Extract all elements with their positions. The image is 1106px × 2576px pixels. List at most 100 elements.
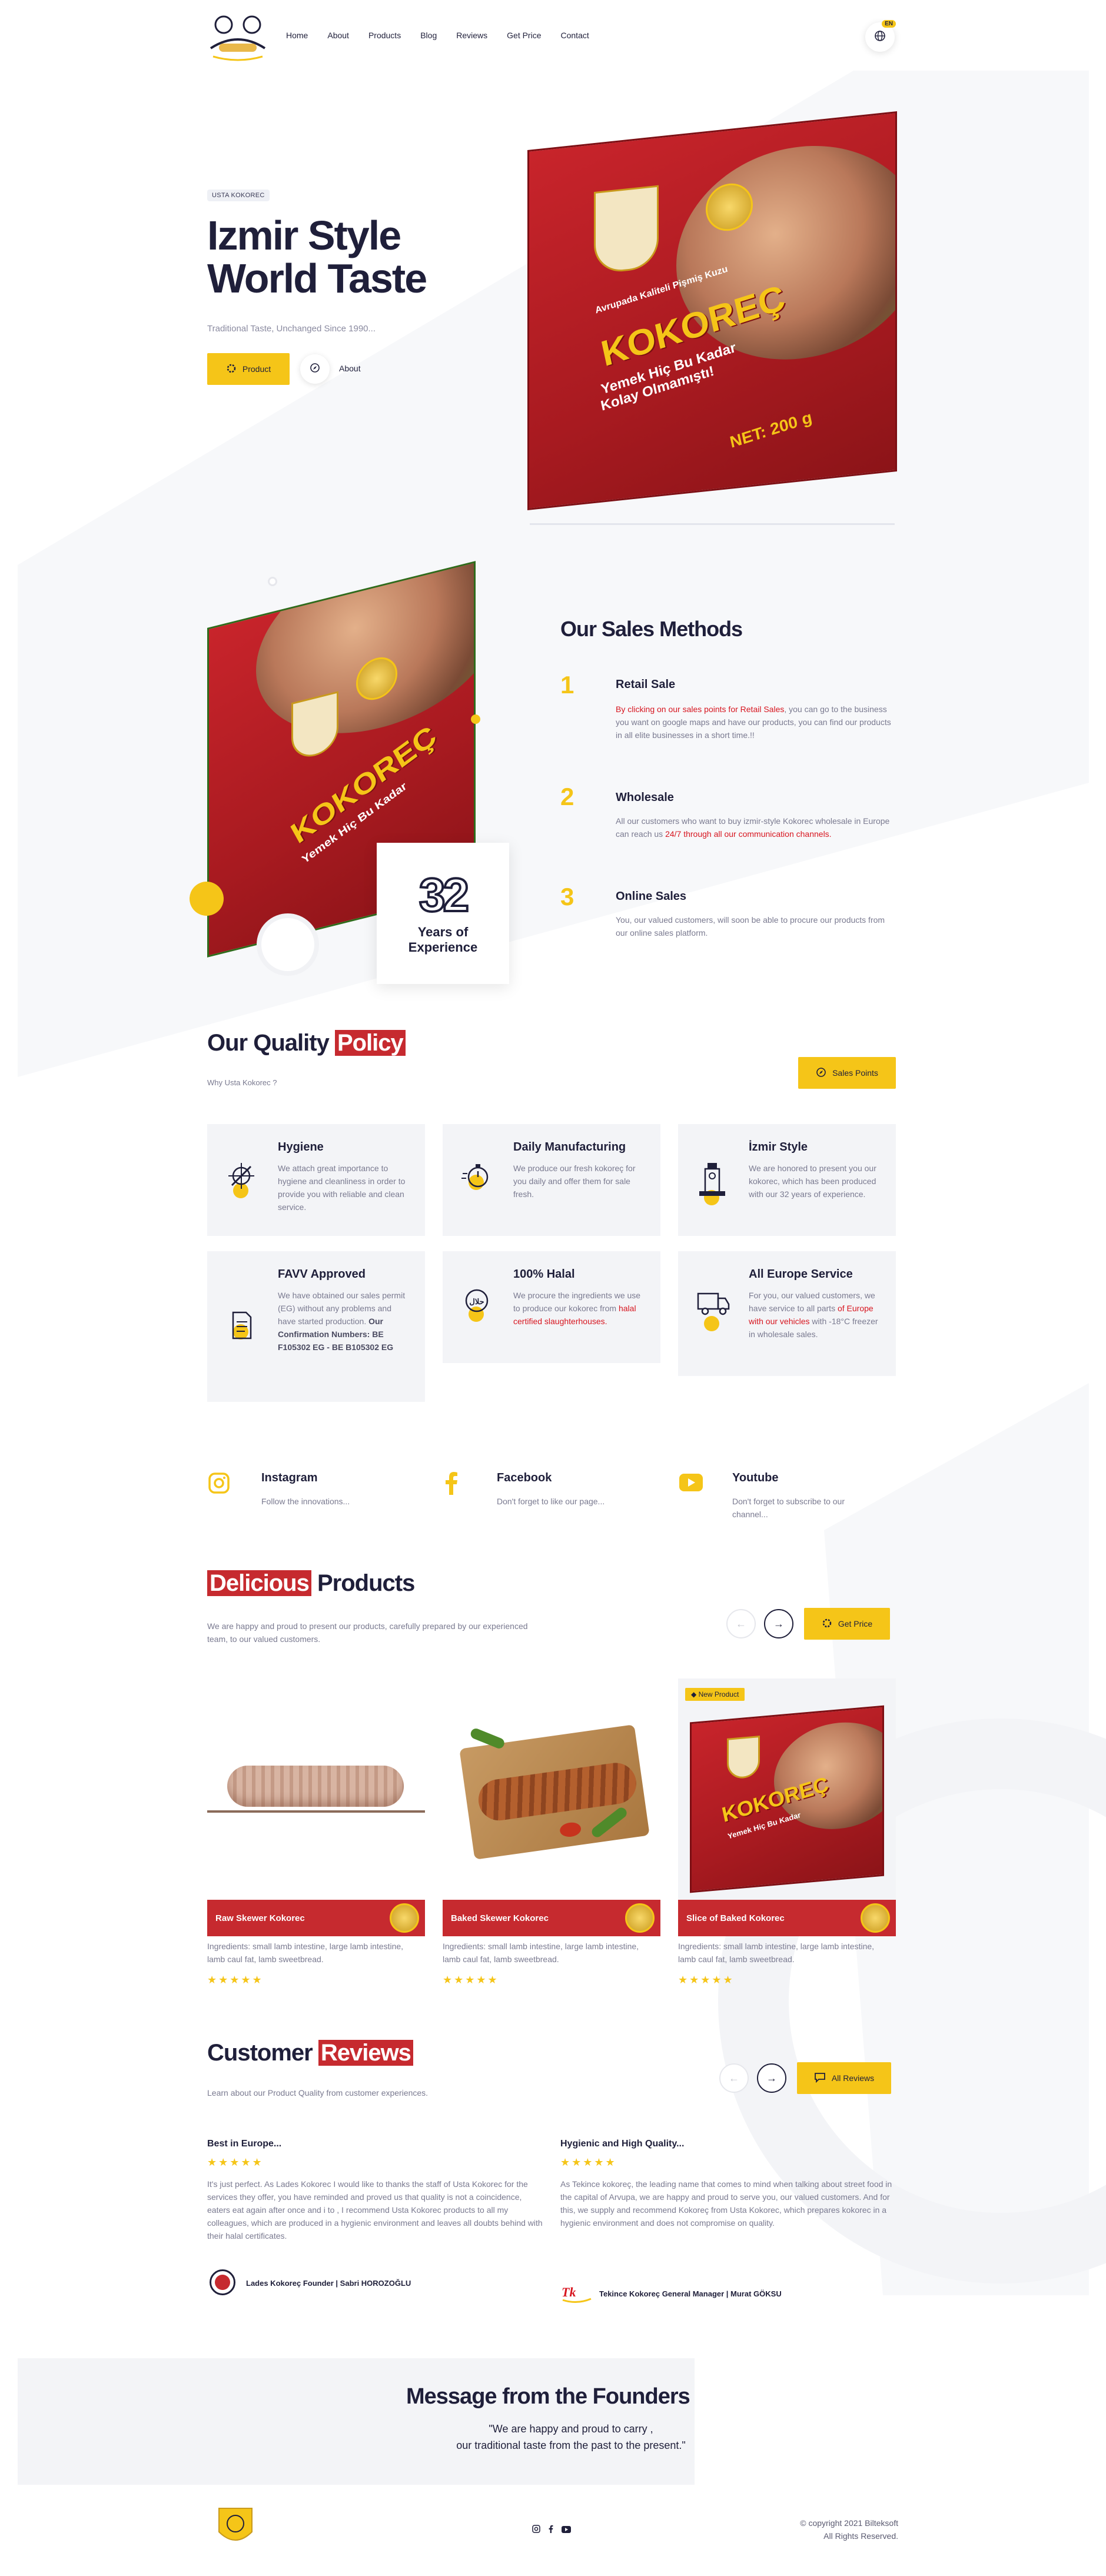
instagram-icon[interactable] xyxy=(207,1471,231,1498)
product-button[interactable]: Product xyxy=(207,353,290,385)
step-number: 3 xyxy=(560,883,574,910)
product-ingredients: Ingredients: small lamb intestine, large… xyxy=(678,1942,875,1964)
youtube-icon[interactable] xyxy=(562,2525,571,2536)
product-card-slice-baked[interactable]: ◆ New Product KOKOREÇ Yemek Hiç Bu Kadar… xyxy=(678,1678,896,1936)
about-link[interactable]: About xyxy=(339,364,361,373)
products-subtitle: We are happy and proud to present our pr… xyxy=(207,1621,528,1644)
nav-home[interactable]: Home xyxy=(286,31,308,40)
raw-skewer-image xyxy=(227,1766,404,1807)
gear-icon xyxy=(822,1618,832,1630)
retail-sale-text: By clicking on our sales points for Reta… xyxy=(616,704,891,740)
stopwatch-icon xyxy=(460,1159,493,1192)
facebook-icon[interactable] xyxy=(549,2525,553,2536)
feature-card-europe: All Europe Service For you, our valued c… xyxy=(678,1251,896,1376)
globe-icon xyxy=(874,30,886,45)
feature-card-favv: FAVV Approved We have obtained our sales… xyxy=(207,1251,425,1402)
youtube-title[interactable]: Youtube xyxy=(732,1471,779,1485)
instagram-text: Follow the innovations... xyxy=(261,1497,350,1506)
years-experience-card: 32 Years of Experience xyxy=(377,843,509,984)
document-icon xyxy=(225,1310,258,1343)
feature-card-hygiene: Hygiene We attach great importance to hy… xyxy=(207,1124,425,1236)
facebook-icon[interactable] xyxy=(443,1471,460,1498)
review-title: Best in Europe... xyxy=(207,2139,282,2149)
svg-text:Tk: Tk xyxy=(562,2285,576,2299)
review-text: It's just perfect. As Lades Kokorec I wo… xyxy=(207,2179,543,2241)
star-rating: ★★★★★ xyxy=(443,1974,499,1986)
products-next-button[interactable]: → xyxy=(764,1609,793,1638)
hero-subtitle: Traditional Taste, Unchanged Since 1990.… xyxy=(207,324,376,334)
instagram-icon[interactable] xyxy=(532,2525,540,2536)
founders-title: Message from the Founders xyxy=(406,2384,690,2409)
arrow-right-icon: → xyxy=(766,2072,777,2084)
baked-skewer-image xyxy=(459,1724,650,1860)
reviews-title: Customer Reviews xyxy=(207,2040,413,2066)
site-logo[interactable] xyxy=(207,13,268,62)
sales-points-button[interactable]: Sales Points xyxy=(798,1057,896,1089)
nav-get-price[interactable]: Get Price xyxy=(507,31,541,40)
star-rating: ★★★★★ xyxy=(207,2156,264,2168)
footer-social xyxy=(532,2525,571,2536)
clock-tower-icon xyxy=(696,1159,729,1196)
product-card-raw-skewer[interactable]: Raw Skewer Kokorec xyxy=(207,1683,425,1936)
premium-badge-icon xyxy=(390,1903,419,1933)
step-number: 2 xyxy=(560,783,574,810)
review-text: As Tekince kokoreç, the leading name tha… xyxy=(560,2179,892,2228)
facebook-title[interactable]: Facebook xyxy=(497,1471,552,1485)
product-card-baked-skewer[interactable]: Baked Skewer Kokorec xyxy=(443,1683,660,1936)
nav-reviews[interactable]: Reviews xyxy=(456,31,487,40)
product-ingredients: Ingredients: small lamb intestine, large… xyxy=(207,1942,404,1964)
tekince-logo: Tk xyxy=(560,2281,593,2305)
facebook-text: Don't forget to like our page... xyxy=(497,1497,605,1506)
deco-yellow-dot xyxy=(190,882,224,916)
feature-card-daily: Daily Manufacturing We produce our fresh… xyxy=(443,1124,660,1236)
nav-blog[interactable]: Blog xyxy=(420,31,437,40)
products-prev-button[interactable]: ← xyxy=(726,1609,756,1638)
review-author: Lades Kokoreç Founder | Sabri HOROZOĞLU xyxy=(246,2279,411,2288)
wholesale-text: All our customers who want to buy izmir-… xyxy=(616,816,890,839)
compass-icon xyxy=(816,1067,826,1079)
nav-about[interactable]: About xyxy=(327,31,349,40)
get-price-button[interactable]: Get Price xyxy=(804,1608,890,1640)
language-badge: EN xyxy=(882,20,896,28)
copyright: © copyright 2021 Bilteksoft All Rights R… xyxy=(800,2518,898,2541)
youtube-icon[interactable] xyxy=(678,1473,704,1495)
main-nav: Home About Products Blog Reviews Get Pri… xyxy=(286,31,609,40)
reviews-prev-button[interactable]: ← xyxy=(719,2063,749,2093)
all-reviews-button[interactable]: All Reviews xyxy=(797,2062,891,2094)
arrow-left-icon: ← xyxy=(736,1617,746,1630)
feature-card-halal: حلال 100% Halal We procure the ingredien… xyxy=(443,1251,660,1363)
sales-methods-title: Our Sales Methods xyxy=(560,617,743,641)
premium-badge-icon xyxy=(861,1903,890,1933)
nav-contact[interactable]: Contact xyxy=(561,31,589,40)
deco-circle xyxy=(268,577,277,586)
virus-icon xyxy=(225,1159,258,1192)
quality-subtitle: Why Usta Kokorec ? xyxy=(207,1078,277,1087)
arrow-left-icon: ← xyxy=(729,2072,739,2084)
lades-logo xyxy=(210,2269,235,2295)
review-title: Hygienic and High Quality... xyxy=(560,2139,685,2149)
feature-card-izmir: İzmir Style We are honored to present yo… xyxy=(678,1124,896,1236)
hero-product-box-image: Avrupada Kaliteli Pişmiş Kuzu KOKOREÇ Ye… xyxy=(527,111,897,511)
hero-divider xyxy=(530,523,895,525)
truck-icon xyxy=(696,1287,730,1319)
star-rating: ★★★★★ xyxy=(207,1974,264,1986)
about-circle-button[interactable] xyxy=(300,354,330,384)
instagram-title[interactable]: Instagram xyxy=(261,1471,318,1485)
communication-link[interactable]: 24/7 through all our communication chann… xyxy=(665,829,832,839)
online-sales-text: You, our valued customers, will soon be … xyxy=(616,915,885,938)
language-button[interactable]: EN xyxy=(865,20,896,52)
star-rating: ★★★★★ xyxy=(560,2156,617,2168)
wholesale-title: Wholesale xyxy=(616,791,674,804)
svg-text:حلال: حلال xyxy=(469,1297,484,1306)
new-product-badge: ◆ New Product xyxy=(685,1688,745,1701)
sales-points-link[interactable]: By clicking on our sales points for Reta… xyxy=(616,704,784,714)
reviews-next-button[interactable]: → xyxy=(757,2063,786,2093)
halal-icon: حلال xyxy=(460,1287,493,1319)
star-rating: ★★★★★ xyxy=(678,1974,735,1986)
gear-icon xyxy=(226,363,237,375)
footer-logo[interactable] xyxy=(217,2506,254,2548)
hero-title: Izmir Style World Taste xyxy=(207,212,427,301)
deco-small-dot xyxy=(471,714,480,724)
nav-products[interactable]: Products xyxy=(368,31,401,40)
retail-sale-title: Retail Sale xyxy=(616,678,676,691)
